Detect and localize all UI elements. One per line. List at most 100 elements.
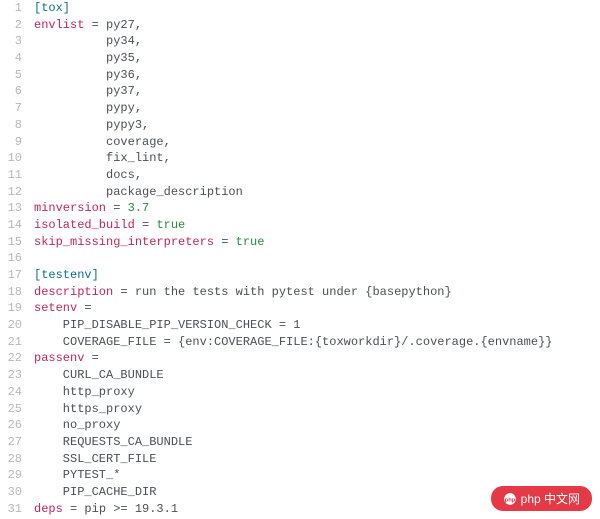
- code-line: docs,: [34, 167, 552, 184]
- code-line: py36,: [34, 67, 552, 84]
- code-token: COVERAGE_FILE = {env:COVERAGE_FILE:{toxw…: [34, 335, 552, 349]
- code-line: PIP_DISABLE_PIP_VERSION_CHECK = 1: [34, 317, 552, 334]
- code-line: deps = pip >= 19.3.1: [34, 501, 552, 518]
- line-number: 21: [0, 334, 22, 351]
- line-number: 27: [0, 434, 22, 451]
- code-token: =: [84, 18, 106, 32]
- code-token: pypy3,: [34, 118, 149, 132]
- code-line: PYTEST_*: [34, 467, 552, 484]
- line-number: 30: [0, 484, 22, 501]
- code-token: =: [113, 285, 135, 299]
- line-number: 25: [0, 401, 22, 418]
- code-token: py27,: [106, 18, 142, 32]
- code-token: PIP_CACHE_DIR: [34, 485, 156, 499]
- code-token: fix_lint,: [34, 151, 171, 165]
- line-number: 6: [0, 83, 22, 100]
- line-number: 13: [0, 200, 22, 217]
- code-line: SSL_CERT_FILE: [34, 451, 552, 468]
- code-line: fix_lint,: [34, 150, 552, 167]
- code-token: description: [34, 285, 113, 299]
- code-token: py34,: [34, 34, 142, 48]
- code-token: isolated_build: [34, 218, 135, 232]
- code-token: =: [84, 351, 98, 365]
- watermark-badge: php php 中文网: [491, 486, 592, 511]
- code-line: py34,: [34, 33, 552, 50]
- code-line: PIP_CACHE_DIR: [34, 484, 552, 501]
- code-token: skip_missing_interpreters: [34, 235, 214, 249]
- line-number: 31: [0, 501, 22, 518]
- line-number: 18: [0, 284, 22, 301]
- code-line: COVERAGE_FILE = {env:COVERAGE_FILE:{toxw…: [34, 334, 552, 351]
- line-number: 29: [0, 467, 22, 484]
- line-number: 7: [0, 100, 22, 117]
- code-token: coverage,: [34, 135, 171, 149]
- line-number: 2: [0, 17, 22, 34]
- code-line: pypy3,: [34, 117, 552, 134]
- code-token: =: [106, 201, 128, 215]
- code-token: SSL_CERT_FILE: [34, 452, 156, 466]
- line-number: 17: [0, 267, 22, 284]
- code-token: true: [156, 218, 185, 232]
- code-line: py37,: [34, 83, 552, 100]
- code-token: no_proxy: [34, 418, 120, 432]
- line-number: 20: [0, 317, 22, 334]
- code-token: minversion: [34, 201, 106, 215]
- code-token: =: [63, 502, 85, 516]
- code-token: =: [135, 218, 157, 232]
- code-token: PIP_DISABLE_PIP_VERSION_CHECK = 1: [34, 318, 300, 332]
- code-token: deps: [34, 502, 63, 516]
- code-token: run the tests with pytest under {basepyt…: [135, 285, 452, 299]
- code-line: https_proxy: [34, 401, 552, 418]
- code-token: REQUESTS_CA_BUNDLE: [34, 435, 192, 449]
- code-line: py35,: [34, 50, 552, 67]
- line-number: 10: [0, 150, 22, 167]
- code-token: http_proxy: [34, 385, 135, 399]
- code-editor: 1234567891011121314151617181920212223242…: [0, 0, 600, 519]
- code-token: PYTEST_*: [34, 468, 120, 482]
- code-line: package_description: [34, 184, 552, 201]
- watermark-text: php 中文网: [521, 490, 580, 507]
- line-number: 5: [0, 67, 22, 84]
- code-token: pypy,: [34, 101, 142, 115]
- code-line: coverage,: [34, 134, 552, 151]
- line-number-gutter: 1234567891011121314151617181920212223242…: [0, 0, 28, 517]
- code-line: pypy,: [34, 100, 552, 117]
- code-token: envlist: [34, 18, 84, 32]
- line-number: 8: [0, 117, 22, 134]
- line-number: 22: [0, 350, 22, 367]
- code-token: true: [236, 235, 265, 249]
- code-line: REQUESTS_CA_BUNDLE: [34, 434, 552, 451]
- code-token: setenv: [34, 301, 77, 315]
- code-content: [tox] envlist = py27, py34, py35, py36, p…: [34, 0, 552, 517]
- line-number: 28: [0, 451, 22, 468]
- svg-text:php: php: [504, 497, 515, 503]
- code-line: CURL_CA_BUNDLE: [34, 367, 552, 384]
- line-number: 24: [0, 384, 22, 401]
- code-token: docs,: [34, 168, 142, 182]
- code-token: https_proxy: [34, 402, 142, 416]
- line-number: 11: [0, 167, 22, 184]
- code-token: =: [214, 235, 236, 249]
- code-line: [tox]: [34, 0, 552, 17]
- code-line: isolated_build = true: [34, 217, 552, 234]
- code-token: 3.7: [128, 201, 150, 215]
- line-number: 9: [0, 134, 22, 151]
- line-number: 12: [0, 184, 22, 201]
- code-line: minversion = 3.7: [34, 200, 552, 217]
- code-line: setenv =: [34, 300, 552, 317]
- code-line: [34, 250, 552, 267]
- code-token: py35,: [34, 51, 142, 65]
- code-token: pip >= 19.3.1: [84, 502, 178, 516]
- code-token: [tox]: [34, 1, 70, 15]
- code-token: py37,: [34, 84, 142, 98]
- line-number: 15: [0, 234, 22, 251]
- line-number: 4: [0, 50, 22, 67]
- code-token: CURL_CA_BUNDLE: [34, 368, 164, 382]
- code-token: passenv: [34, 351, 84, 365]
- line-number: 23: [0, 367, 22, 384]
- code-token: py36,: [34, 68, 142, 82]
- code-line: [testenv]: [34, 267, 552, 284]
- php-icon: php: [503, 492, 517, 506]
- code-line: no_proxy: [34, 417, 552, 434]
- line-number: 3: [0, 33, 22, 50]
